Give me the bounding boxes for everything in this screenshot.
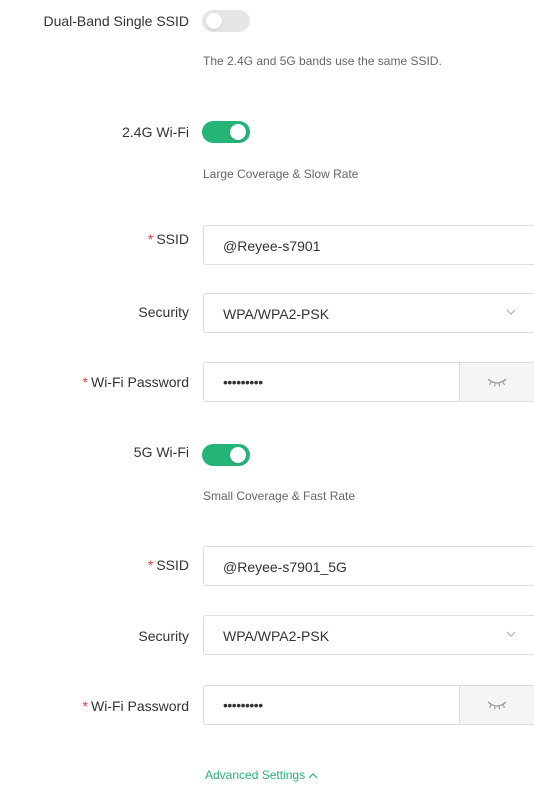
ssid-5-value: @Reyee-s7901_5G xyxy=(223,559,347,575)
wifi-24-hint: Large Coverage & Slow Rate xyxy=(203,167,359,181)
wifi-5-label: 5G Wi-Fi xyxy=(133,444,189,460)
password-5-value: ••••••••• xyxy=(223,697,263,713)
security-5-value: WPA/WPA2-PSK xyxy=(223,628,330,644)
ssid-24-value: @Reyee-s7901 xyxy=(223,238,321,254)
password-5-label-text: Wi-Fi Password xyxy=(90,698,189,714)
wifi-24-toggle[interactable] xyxy=(202,121,250,143)
ssid-24-input[interactable]: @Reyee-s7901 xyxy=(203,225,534,265)
chevron-down-icon xyxy=(506,309,516,315)
advanced-settings-link[interactable]: Advanced Settings xyxy=(205,767,318,783)
toggle-knob xyxy=(230,447,246,463)
ssid-5-label-text: SSID xyxy=(156,557,189,573)
security-24-label: Security xyxy=(138,304,189,320)
password-5-visibility-button[interactable] xyxy=(459,686,534,724)
eye-closed-icon xyxy=(487,701,507,710)
ssid-5-input[interactable]: @Reyee-s7901_5G xyxy=(203,546,534,586)
wifi-5-toggle[interactable] xyxy=(202,444,250,466)
password-24-label: * Wi-Fi Password xyxy=(83,372,189,392)
ssid-24-label: * SSID xyxy=(148,229,189,249)
password-24-label-text: Wi-Fi Password xyxy=(90,374,189,390)
security-5-select[interactable]: WPA/WPA2-PSK xyxy=(203,615,534,655)
security-24-select[interactable]: WPA/WPA2-PSK xyxy=(203,293,534,333)
required-mark: * xyxy=(82,698,88,714)
password-24-input[interactable]: ••••••••• xyxy=(203,362,534,402)
password-24-visibility-button[interactable] xyxy=(459,363,534,401)
toggle-knob xyxy=(230,124,246,140)
dual-band-label: Dual-Band Single SSID xyxy=(43,13,189,29)
wifi-24-label: 2.4G Wi-Fi xyxy=(122,124,189,140)
dual-band-hint: The 2.4G and 5G bands use the same SSID. xyxy=(203,54,442,68)
security-5-label: Security xyxy=(138,628,189,644)
eye-closed-icon xyxy=(487,378,507,387)
chevron-down-icon xyxy=(506,631,516,637)
password-24-value: ••••••••• xyxy=(223,374,263,390)
wifi-5-hint: Small Coverage & Fast Rate xyxy=(203,489,356,503)
password-5-input[interactable]: ••••••••• xyxy=(203,685,534,725)
required-mark: * xyxy=(147,557,154,573)
ssid-5-label: * SSID xyxy=(148,555,189,575)
security-24-value: WPA/WPA2-PSK xyxy=(223,306,330,322)
chevron-up-icon xyxy=(308,772,318,779)
toggle-knob xyxy=(206,13,222,29)
password-5-label: * Wi-Fi Password xyxy=(83,696,189,716)
ssid-24-label-text: SSID xyxy=(156,231,189,247)
required-mark: * xyxy=(82,374,88,390)
advanced-settings-label: Advanced Settings xyxy=(205,768,306,782)
dual-band-toggle[interactable] xyxy=(202,10,250,32)
required-mark: * xyxy=(147,231,154,247)
